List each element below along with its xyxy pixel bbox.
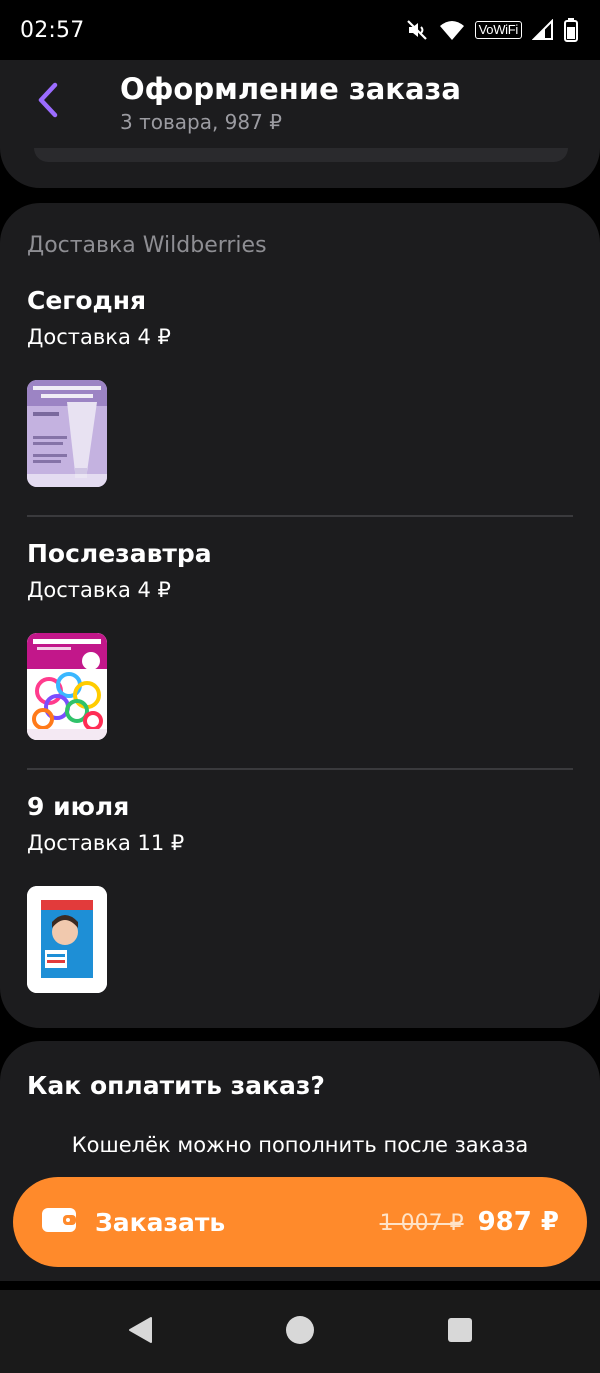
old-price: 1 007 ₽ [379,1211,464,1236]
system-nav-bar [0,1290,600,1373]
payment-note: Кошелёк можно пополнить после заказа [71,1133,529,1157]
vowifi-badge: VoWiFi [474,21,522,39]
order-button[interactable]: Заказать 1 007 ₽ 987 ₽ [13,1177,587,1267]
mute-icon [405,18,429,42]
nav-home-circle-icon [285,1315,315,1349]
back-button[interactable] [26,80,70,124]
nav-back-triangle-icon [126,1315,154,1349]
product-thumb-sunscreen[interactable] [27,380,107,487]
delivery-group-day-after: Послезавтра Доставка 4 ₽ [27,539,573,740]
delivery-date: 9 июля [27,792,130,821]
wifi-icon [439,19,465,41]
header-card: Оформление заказа 3 товара, 987 ₽ [0,60,600,188]
order-label: Заказать [95,1207,226,1237]
status-icons: VoWiFi [405,18,578,42]
payment-title: Как оплатить заказ? [27,1071,325,1100]
nav-recents-button[interactable] [440,1312,480,1352]
order-button-left: Заказать [41,1206,225,1238]
delivery-group-july-9: 9 июля Доставка 11 ₽ [27,792,573,993]
new-price: 987 ₽ [477,1207,559,1237]
delivery-group-today: Сегодня Доставка 4 ₽ [27,286,573,487]
signal-icon [532,19,554,41]
nav-back-button[interactable] [120,1312,160,1352]
status-bar: 02:57 VoWiFi [0,0,600,60]
product-thumb-face-patches[interactable] [27,886,107,993]
delivery-date: Сегодня [27,286,147,315]
divider [27,515,573,517]
battery-icon [564,18,578,42]
back-chevron-icon [35,82,61,122]
delivery-cost: Доставка 4 ₽ [27,578,171,602]
delivery-heading: Доставка Wildberries [27,233,267,258]
delivery-cost: Доставка 11 ₽ [27,831,185,855]
page-title: Оформление заказа [120,72,461,106]
nav-recents-square-icon [447,1317,473,1347]
nav-home-button[interactable] [280,1312,320,1352]
wallet-icon [41,1206,77,1238]
order-prices: 1 007 ₽ 987 ₽ [380,1207,559,1237]
divider [27,768,573,770]
delivery-date: Послезавтра [27,539,212,568]
header-strip [34,148,568,162]
page-subtitle: 3 товара, 987 ₽ [120,110,282,134]
delivery-cost: Доставка 4 ₽ [27,325,171,349]
delivery-card: Доставка Wildberries Сегодня Доставка 4 … [0,203,600,1028]
status-time: 02:57 [20,17,85,43]
product-thumb-hair-ties[interactable] [27,633,107,740]
